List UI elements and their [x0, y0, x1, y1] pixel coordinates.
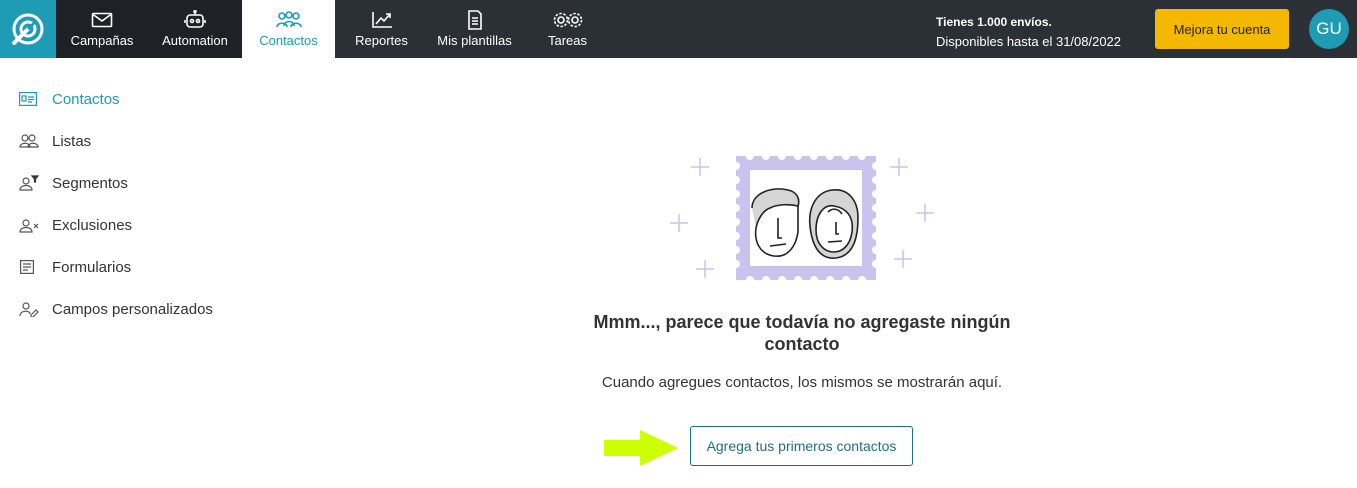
form-icon [19, 259, 39, 275]
nav-label: Mis plantillas [437, 33, 512, 48]
user-filter-icon [19, 175, 39, 191]
sidebar-item-listas[interactable]: Listas [0, 120, 250, 162]
users-icon [19, 133, 39, 149]
user-exclude-icon [19, 217, 39, 233]
nav-label: Reportes [355, 33, 408, 48]
app-logo[interactable] [0, 0, 56, 58]
nav-label: Automation [162, 33, 228, 48]
contacts-group-icon [275, 10, 302, 30]
sidebar-item-formularios[interactable]: Formularios [0, 246, 250, 288]
nav-label: Campañas [70, 33, 134, 48]
sidebar-item-label: Exclusiones [52, 216, 133, 234]
nav-mis-plantillas[interactable]: Mis plantillas [428, 0, 521, 58]
main-nav: Campañas Automation Contactos Reportes M… [56, 0, 614, 58]
sidebar-item-label: Campos personalizados [52, 300, 213, 318]
sidebar-item-label: Segmentos [52, 174, 128, 192]
gears-icon [552, 10, 584, 30]
empty-state-title: Mmm..., parece que todavía no agregaste … [552, 311, 1052, 355]
add-first-contacts-button[interactable]: Agrega tus primeros contactos [690, 426, 913, 466]
empty-state-subtitle: Cuando agregues contactos, los mismos se… [601, 374, 1003, 391]
sidebar-item-exclusiones[interactable]: Exclusiones [0, 204, 250, 246]
empty-state-title-line: contacto [764, 334, 840, 354]
account-info: Tienes 1.000 envíos. Disponibles hasta e… [936, 12, 1121, 52]
user-avatar[interactable]: GU [1309, 9, 1349, 49]
chart-trend-icon [371, 10, 393, 30]
user-edit-icon [19, 301, 39, 317]
nav-label: Contactos [259, 33, 318, 48]
nav-campanas[interactable]: Campañas [56, 0, 148, 58]
sidebar-item-label: Listas [52, 132, 92, 150]
top-bar: Campañas Automation Contactos Reportes M… [0, 0, 1357, 58]
envelope-icon [91, 10, 113, 30]
sidebar-item-label: Formularios [52, 258, 132, 276]
sends-expiry: Disponibles hasta el 31/08/2022 [936, 34, 1122, 49]
nav-label: Tareas [547, 33, 588, 48]
sidebar: Contactos Listas Segmentos Exclusiones F… [0, 78, 250, 330]
sends-remaining: Tienes 1.000 envíos. [936, 15, 1052, 29]
nav-automation[interactable]: Automation [148, 0, 242, 58]
logo-icon [12, 13, 44, 45]
robot-icon [184, 10, 206, 30]
nav-contactos[interactable]: Contactos [242, 0, 335, 58]
nav-reportes[interactable]: Reportes [335, 0, 428, 58]
sidebar-item-contactos[interactable]: Contactos [0, 78, 250, 120]
contact-card-icon [19, 91, 39, 107]
empty-state-title-line: Mmm..., parece que todavía no agregaste … [593, 312, 1011, 332]
sidebar-item-campos-personalizados[interactable]: Campos personalizados [0, 288, 250, 330]
upgrade-account-button[interactable]: Mejora tu cuenta [1155, 9, 1289, 49]
document-icon [467, 10, 483, 30]
arrow-right-icon [604, 430, 678, 466]
empty-contacts-illustration [670, 152, 934, 284]
nav-tareas[interactable]: Tareas [521, 0, 614, 58]
sidebar-item-label: Contactos [52, 90, 120, 108]
sidebar-item-segmentos[interactable]: Segmentos [0, 162, 250, 204]
